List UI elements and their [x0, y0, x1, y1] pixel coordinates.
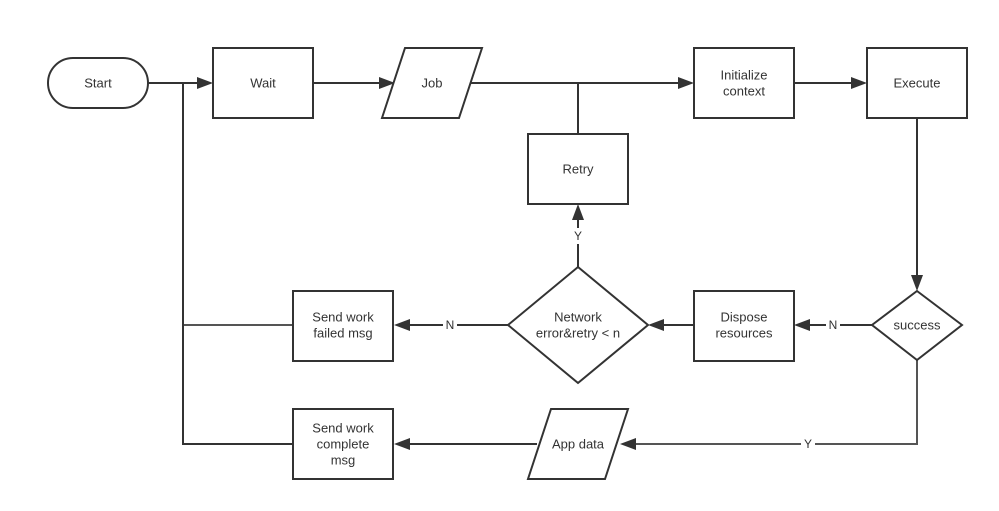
flowchart: N Y Y N Start Wait Job Initialize contex… [47, 47, 968, 480]
node-label: Start [84, 75, 112, 90]
edge-label-success-yes: Y [804, 437, 812, 451]
node-label: Network [554, 309, 602, 324]
node-job[interactable]: Job [380, 47, 484, 119]
node-execute[interactable]: Execute [866, 47, 968, 119]
node-label: error&retry < n [536, 325, 620, 340]
node-label: context [723, 83, 765, 98]
node-label: Job [422, 75, 443, 90]
edge-complete-loop [182, 83, 293, 445]
node-dispose-resources[interactable]: Dispose resources [693, 290, 795, 362]
arrow-head-icon [911, 275, 923, 291]
node-label: App data [552, 436, 605, 451]
edge-label-success-no: N [829, 318, 838, 332]
arrow-head-icon [794, 319, 810, 331]
arrow-head-icon [678, 77, 694, 89]
arrow-head-icon [394, 319, 410, 331]
arrow-head-icon [648, 319, 664, 331]
node-label: success [894, 317, 941, 332]
node-label: complete [317, 436, 370, 451]
arrow-head-icon [620, 438, 636, 450]
node-label: msg [331, 452, 356, 467]
node-network-decision[interactable]: Network error&retry < n [506, 265, 650, 385]
edge-success-appdata [634, 360, 918, 445]
arrow-head-icon [197, 77, 213, 89]
node-label: Execute [894, 75, 941, 90]
node-label: Retry [562, 161, 594, 176]
node-label: Dispose [721, 309, 768, 324]
node-label: resources [715, 325, 773, 340]
arrow-head-icon [394, 438, 410, 450]
node-label: Wait [250, 75, 276, 90]
node-wait[interactable]: Wait [212, 47, 314, 119]
node-label: Send work [312, 420, 374, 435]
arrow-head-icon [572, 204, 584, 220]
node-label: Send work [312, 309, 374, 324]
arrow-head-icon [851, 77, 867, 89]
node-retry[interactable]: Retry [527, 133, 629, 205]
node-app-data[interactable]: App data [526, 408, 630, 480]
node-label: failed msg [313, 325, 372, 340]
edge-label-network-no: N [446, 318, 455, 332]
node-label: Initialize [721, 67, 768, 82]
edge-label-network-yes: Y [574, 229, 582, 243]
node-initialize-context[interactable]: Initialize context [693, 47, 795, 119]
node-start[interactable]: Start [47, 57, 149, 109]
node-success-decision[interactable]: success [870, 289, 964, 362]
node-send-work-complete[interactable]: Send work complete msg [292, 408, 394, 480]
node-send-work-failed[interactable]: Send work failed msg [292, 290, 394, 362]
